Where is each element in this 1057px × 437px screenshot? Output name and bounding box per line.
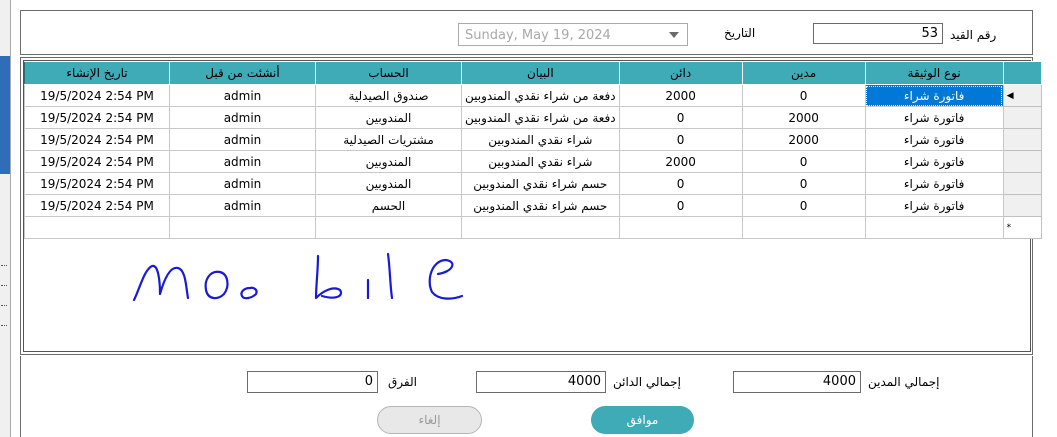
cell-created-date[interactable]: 19/5/2024 2:54 PM	[24, 128, 170, 151]
cell-description[interactable]: حسم شراء نقدي المندوبين	[461, 172, 620, 195]
table-new-row[interactable]: *	[24, 216, 1042, 239]
cell-doc-type[interactable]: فاتورة شراء	[864, 106, 1004, 129]
row-header[interactable]	[1002, 150, 1042, 173]
cell-doc-type[interactable]: فاتورة شراء	[864, 150, 1004, 173]
edge-dot	[1, 325, 7, 326]
cell-created-date[interactable]: 19/5/2024 2:54 PM	[24, 172, 170, 195]
col-header-doc-type[interactable]: نوع الوثيقة	[864, 61, 1004, 85]
cell-created-date[interactable]: 19/5/2024 2:54 PM	[24, 84, 170, 107]
new-row-cell[interactable]	[618, 216, 743, 239]
cell-debit[interactable]: 0	[741, 150, 866, 173]
ok-button[interactable]: موافق	[591, 406, 694, 434]
col-header-account[interactable]: الحساب	[315, 61, 462, 85]
cell-description[interactable]: دفعة من شراء نقدي المندوبين	[461, 106, 620, 129]
row-header[interactable]	[1002, 128, 1042, 151]
cell-created-by[interactable]: admin	[169, 106, 316, 129]
difference-label: الفرق	[388, 375, 417, 389]
date-label: التاريخ	[724, 26, 756, 40]
cell-created-date[interactable]: 19/5/2024 2:54 PM	[24, 194, 170, 217]
row-header[interactable]	[1002, 172, 1042, 195]
cell-credit[interactable]: 0	[618, 106, 743, 129]
col-header-created-by[interactable]: أنشئت من قبل	[169, 61, 316, 85]
cancel-button[interactable]: إلغاء	[377, 406, 482, 434]
table-row[interactable]: 19/5/2024 2:54 PM admin مشتريات الصيدلية شر…	[24, 128, 1042, 151]
chevron-down-icon[interactable]	[667, 28, 681, 42]
cell-debit[interactable]: 0	[741, 84, 866, 107]
row-header[interactable]: ◀	[1002, 84, 1042, 107]
edge-dot	[1, 305, 7, 306]
total-credit-label: إجمالي الدائن	[613, 375, 681, 389]
cell-credit[interactable]: 0	[618, 194, 743, 217]
new-row-header[interactable]: *	[1002, 216, 1042, 239]
cell-account[interactable]: مشتريات الصيدلية	[315, 128, 462, 151]
cell-debit[interactable]: 2000	[741, 106, 866, 129]
cell-doc-type[interactable]: فاتورة شراء	[864, 172, 1004, 195]
total-debit-field[interactable]: 4000	[733, 371, 861, 393]
table-header-row: تاريخ الإنشاء أنشئت من قبل الحساب البيان…	[24, 61, 1042, 85]
new-row-cell[interactable]	[461, 216, 620, 239]
edge-dot	[1, 265, 7, 266]
handwritten-mobile-drawing	[132, 252, 464, 302]
cell-doc-type[interactable]: فاتورة شراء	[864, 84, 1004, 107]
cell-credit[interactable]: 2000	[618, 150, 743, 173]
col-header-description[interactable]: البيان	[461, 61, 620, 85]
table-row[interactable]: 19/5/2024 2:54 PM admin المندوبين دفعة من ش…	[24, 106, 1042, 129]
cell-credit[interactable]: 2000	[618, 84, 743, 107]
cell-created-by[interactable]: admin	[169, 84, 316, 107]
entry-number-label: رقم القيد	[950, 28, 997, 42]
cell-created-by[interactable]: admin	[169, 150, 316, 173]
cell-description[interactable]: شراء نقدي المندوبين	[461, 150, 620, 173]
cell-created-by[interactable]: admin	[169, 194, 316, 217]
col-header-debit[interactable]: مدين	[741, 61, 866, 85]
new-row-cell[interactable]	[315, 216, 462, 239]
entry-number-field[interactable]: 53	[813, 23, 943, 44]
row-header[interactable]	[1002, 106, 1042, 129]
cell-debit[interactable]: 0	[741, 172, 866, 195]
cell-description[interactable]: دفعة من شراء نقدي المندوبين	[461, 84, 620, 107]
new-row-cell[interactable]	[169, 216, 316, 239]
new-row-cell[interactable]	[864, 216, 1004, 239]
difference-field[interactable]: 0	[247, 371, 378, 393]
row-header-corner	[1002, 61, 1042, 85]
cell-created-date[interactable]: 19/5/2024 2:54 PM	[24, 106, 170, 129]
cell-created-date[interactable]: 19/5/2024 2:54 PM	[24, 150, 170, 173]
entries-table: تاريخ الإنشاء أنشئت من قبل الحساب البيان…	[24, 61, 1042, 239]
date-picker[interactable]: Sunday, May 19, 2024	[458, 23, 688, 46]
new-row-cell[interactable]	[741, 216, 866, 239]
cell-account[interactable]: المندوبين	[315, 150, 462, 173]
table-row[interactable]: 19/5/2024 2:54 PM admin المندوبين شراء نقدي…	[24, 150, 1042, 173]
cell-account[interactable]: المندوبين	[315, 172, 462, 195]
total-credit-field[interactable]: 4000	[476, 371, 606, 393]
cell-doc-type[interactable]: فاتورة شراء	[864, 128, 1004, 151]
cell-debit[interactable]: 2000	[741, 128, 866, 151]
left-window-edge	[0, 0, 11, 437]
cell-debit[interactable]: 0	[741, 194, 866, 217]
cell-description[interactable]: حسم شراء نقدي المندوبين	[461, 194, 620, 217]
cell-created-by[interactable]: admin	[169, 172, 316, 195]
cell-account[interactable]: صندوق الصيدلية	[315, 84, 462, 107]
cell-description[interactable]: شراء نقدي المندوبين	[461, 128, 620, 151]
cell-account[interactable]: المندوبين	[315, 106, 462, 129]
cell-doc-type[interactable]: فاتورة شراء	[864, 194, 1004, 217]
cell-credit[interactable]: 0	[618, 172, 743, 195]
cell-account[interactable]: الحسم	[315, 194, 462, 217]
table-row[interactable]: 19/5/2024 2:54 PM admin الحسم حسم شراء نقدي…	[24, 194, 1042, 217]
table-row[interactable]: 19/5/2024 2:54 PM admin المندوبين حسم شراء …	[24, 172, 1042, 195]
left-edge-highlight	[0, 56, 10, 174]
cell-credit[interactable]: 0	[618, 128, 743, 151]
row-header[interactable]	[1002, 194, 1042, 217]
total-debit-label: إجمالي المدين	[868, 375, 940, 389]
edge-dot	[1, 285, 7, 286]
new-row-cell[interactable]	[24, 216, 170, 239]
date-value: Sunday, May 19, 2024	[465, 28, 611, 43]
cell-created-by[interactable]: admin	[169, 128, 316, 151]
table-row[interactable]: 19/5/2024 2:54 PM admin صندوق الصيدلية دفعة…	[24, 84, 1042, 107]
totals-panel	[20, 356, 1033, 437]
col-header-credit[interactable]: دائن	[618, 61, 743, 85]
col-header-created-date[interactable]: تاريخ الإنشاء	[24, 61, 170, 85]
